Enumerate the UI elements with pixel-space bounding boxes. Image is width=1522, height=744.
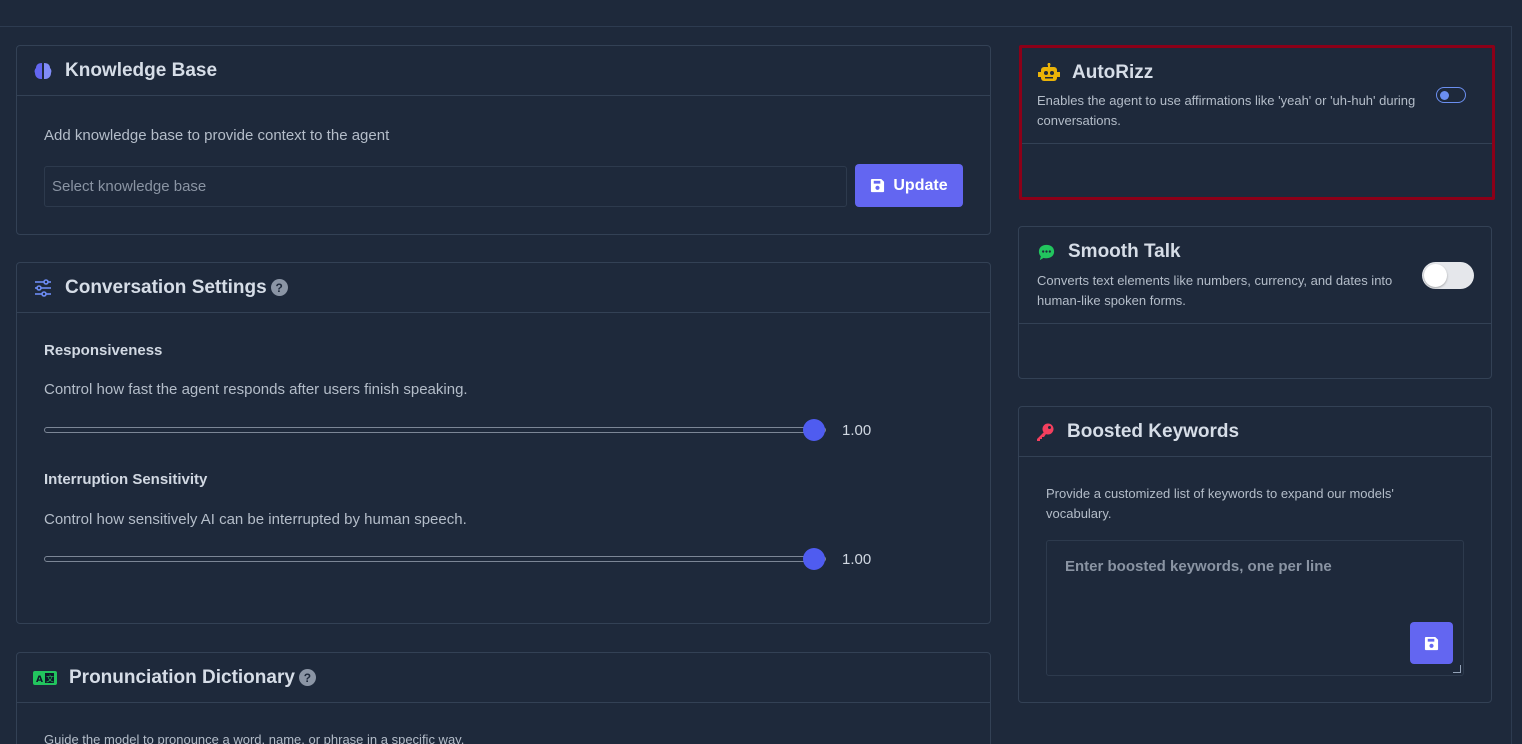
interruption-value: 1.00 <box>842 551 872 568</box>
autorizz-toggle-knob <box>1440 90 1449 100</box>
key-icon <box>1035 422 1055 442</box>
conversation-settings-header: Conversation Settings ? <box>17 263 990 313</box>
pronunciation-dictionary-card: A 文 Pronunciation Dictionary ? Guide the… <box>16 652 991 744</box>
pronunciation-dictionary-header: A 文 Pronunciation Dictionary ? <box>17 653 990 703</box>
smooth-talk-header: Smooth Talk <box>1037 241 1181 263</box>
sliders-icon <box>33 278 53 298</box>
boosted-keywords-card: Boosted Keywords Provide a customized li… <box>1018 406 1492 703</box>
autorizz-toggle[interactable] <box>1436 87 1466 103</box>
interruption-description: Control how sensitively AI can be interr… <box>44 511 467 528</box>
update-button[interactable]: Update <box>855 164 963 207</box>
conversation-settings-card: Conversation Settings ? Responsiveness C… <box>16 262 991 624</box>
smooth-talk-card: Smooth Talk Converts text elements like … <box>1018 226 1492 379</box>
autorizz-card: AutoRizz Enables the agent to use affirm… <box>1019 45 1495 200</box>
divider <box>1019 323 1491 324</box>
svg-text:文: 文 <box>46 673 54 683</box>
boosted-keywords-header: Boosted Keywords <box>1019 407 1491 457</box>
help-icon[interactable]: ? <box>298 669 316 686</box>
knowledge-base-header: Knowledge Base <box>17 46 990 96</box>
knowledge-base-card: Knowledge Base Add knowledge base to pro… <box>16 45 991 235</box>
interruption-label: Interruption Sensitivity <box>44 471 208 488</box>
smooth-talk-toggle[interactable] <box>1422 262 1474 289</box>
boosted-keywords-input[interactable]: Enter boosted keywords, one per line <box>1046 540 1464 676</box>
interruption-slider-track[interactable] <box>44 556 826 562</box>
knowledge-base-description: Add knowledge base to provide context to… <box>44 127 390 144</box>
smooth-talk-toggle-knob <box>1424 264 1447 287</box>
smooth-talk-title: Smooth Talk <box>1068 241 1181 262</box>
svg-text:A: A <box>36 675 43 685</box>
knowledge-base-title: Knowledge Base <box>65 59 218 81</box>
resize-handle[interactable] <box>1453 665 1461 673</box>
brain-icon <box>33 61 53 81</box>
conversation-settings-title: Conversation Settings <box>65 276 267 298</box>
pronunciation-dictionary-description: Guide the model to pronounce a word, nam… <box>44 732 465 744</box>
update-button-label: Update <box>893 176 948 194</box>
responsiveness-label: Responsiveness <box>44 342 163 359</box>
boosted-keywords-title: Boosted Keywords <box>1067 420 1240 442</box>
save-icon <box>1424 636 1439 651</box>
divider <box>1022 143 1492 144</box>
chat-bubble-icon <box>1037 243 1056 262</box>
save-icon <box>870 178 885 193</box>
responsiveness-slider-thumb[interactable] <box>803 419 825 441</box>
save-keywords-button[interactable] <box>1410 622 1453 664</box>
interruption-slider-thumb[interactable] <box>803 548 825 570</box>
boosted-keywords-placeholder: Enter boosted keywords, one per line <box>1065 558 1332 575</box>
translate-icon: A 文 <box>33 670 57 686</box>
smooth-talk-description: Converts text elements like numbers, cur… <box>1037 273 1393 308</box>
knowledge-base-select-placeholder: Select knowledge base <box>52 178 207 195</box>
boosted-keywords-description: Provide a customized list of keywords to… <box>1046 486 1394 521</box>
autorizz-title: AutoRizz <box>1072 62 1154 83</box>
responsiveness-description: Control how fast the agent responds afte… <box>44 381 468 398</box>
robot-icon <box>1038 63 1060 83</box>
knowledge-base-select[interactable]: Select knowledge base <box>44 166 847 207</box>
responsiveness-value: 1.00 <box>842 422 872 439</box>
autorizz-description: Enables the agent to use affirmations li… <box>1037 93 1416 128</box>
autorizz-header: AutoRizz <box>1038 62 1153 84</box>
pronunciation-dictionary-title: Pronunciation Dictionary <box>69 666 295 688</box>
responsiveness-slider-track[interactable] <box>44 427 826 433</box>
help-icon[interactable]: ? <box>270 279 288 296</box>
